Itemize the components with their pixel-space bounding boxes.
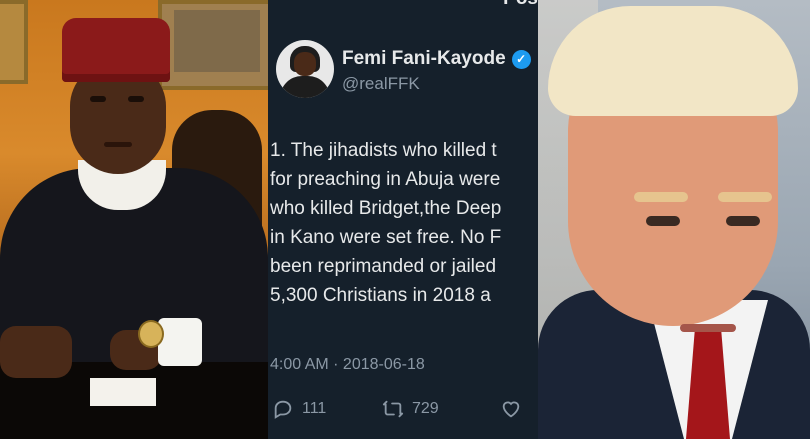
red-cap	[62, 18, 170, 82]
hand	[0, 326, 72, 378]
tweet-body-line: 5,300 Christians in 2018 a	[270, 285, 491, 306]
tweet-body: 1. The jihadists who killed t for preach…	[270, 136, 538, 310]
author-handle[interactable]: @realFFK	[342, 74, 420, 94]
heart-icon	[502, 401, 520, 418]
post-header-label: Pos	[503, 0, 538, 10]
retweet-count: 729	[412, 400, 439, 417]
retweet-button[interactable]: 729	[382, 398, 439, 420]
reply-count: 111	[302, 400, 327, 417]
tweet-body-line: for preaching in Abuja were	[270, 169, 501, 190]
like-button[interactable]	[500, 398, 530, 420]
verified-badge-icon: ✓	[511, 50, 531, 69]
reply-icon	[274, 400, 292, 419]
tweet-actions: 111 729	[268, 398, 538, 424]
wristwatch	[138, 320, 164, 348]
blond-hair	[548, 6, 798, 116]
tweet-body-line: been reprimanded or jailed	[270, 256, 497, 277]
paper-note	[90, 378, 156, 406]
picture-frame	[158, 0, 268, 90]
left-photo-man-in-red-cap	[0, 0, 268, 439]
tweet-screenshot: Pos Femi Fani-Kayode ✓ @realFFK 1. The ji…	[268, 0, 538, 439]
tweet-body-line: who killed Bridget,the Deep	[270, 198, 502, 219]
retweet-icon	[382, 400, 404, 418]
tweet-body-line: in Kano were set free. No F	[270, 227, 502, 248]
author-name[interactable]: Femi Fani-Kayode	[342, 48, 506, 69]
tweet-body-line: 1. The jihadists who killed t	[270, 140, 497, 161]
reply-button[interactable]: 111	[272, 398, 326, 420]
right-photo-man-in-suit	[538, 0, 810, 439]
picture-frame	[0, 0, 28, 84]
tweet-timestamp[interactable]: 4:00 AM · 2018-06-18	[270, 356, 425, 374]
avatar[interactable]	[276, 40, 334, 98]
shirt-cuff	[158, 318, 202, 366]
author-name-row[interactable]: Femi Fani-Kayode ✓	[342, 48, 531, 70]
